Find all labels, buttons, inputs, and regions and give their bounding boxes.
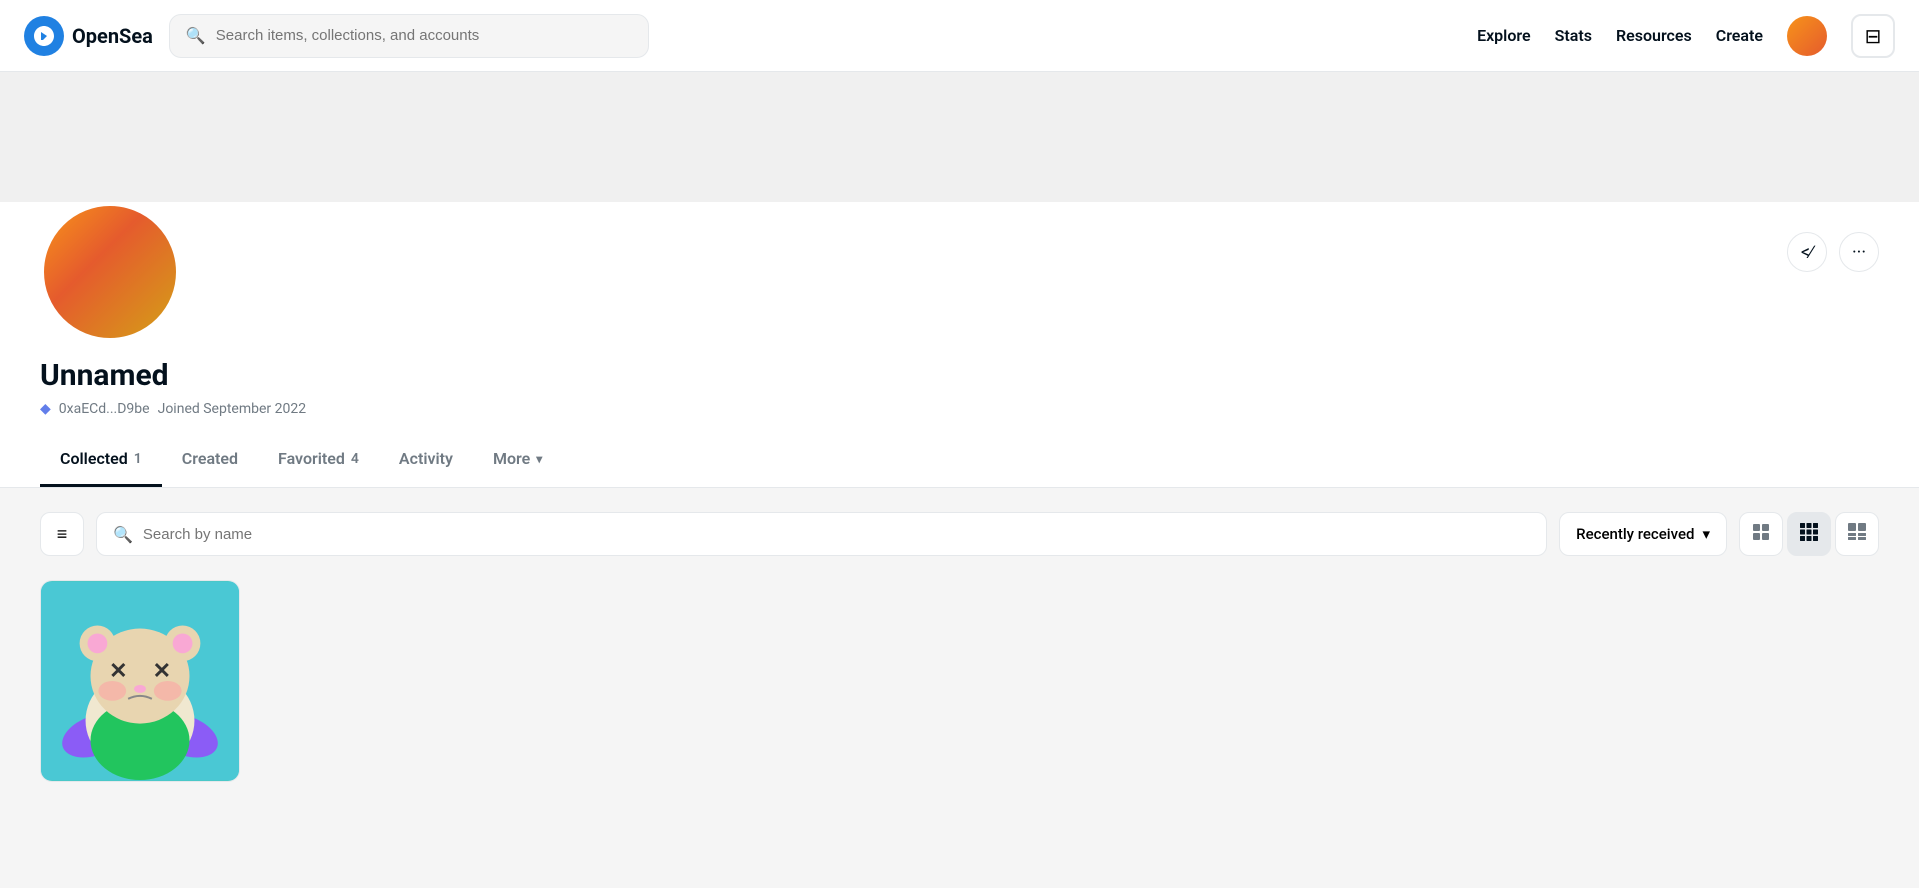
tab-collected-label: Collected <box>60 449 128 468</box>
profile-avatar <box>40 202 180 342</box>
tab-more-label: More <box>493 449 530 468</box>
content-area: ≡ 🔍 Recently received ▾ <box>0 488 1919 888</box>
sort-dropdown[interactable]: Recently received ▾ <box>1559 512 1727 556</box>
tab-favorited[interactable]: Favorited 4 <box>258 433 379 487</box>
search-icon: 🔍 <box>186 26 206 45</box>
tab-created-label: Created <box>182 449 238 468</box>
wallet-icon: ⊟ <box>1865 24 1882 48</box>
more-options-button[interactable]: ··· <box>1839 232 1879 272</box>
wallet-address: 0xaECd...D9be <box>59 401 150 417</box>
global-search-input[interactable] <box>216 27 632 44</box>
wallet-button[interactable]: ⊟ <box>1851 14 1895 58</box>
nav-resources[interactable]: Resources <box>1616 26 1692 45</box>
filter-button[interactable]: ≡ <box>40 512 84 556</box>
filter-icon: ≡ <box>57 524 68 545</box>
tab-more[interactable]: More ▾ <box>473 433 562 487</box>
profile-name: Unnamed <box>40 358 1879 393</box>
opensea-logo-icon <box>24 16 64 56</box>
navbar-left: OpenSea 🔍 <box>24 14 649 58</box>
small-grid-icon <box>1847 522 1867 547</box>
logo[interactable]: OpenSea <box>24 16 153 56</box>
profile-actions: <∕ ··· <box>1787 232 1879 272</box>
tab-activity-label: Activity <box>399 449 453 468</box>
navbar: OpenSea 🔍 Explore Stats Resources Create… <box>0 0 1919 72</box>
sort-chevron-icon: ▾ <box>1702 525 1710 543</box>
navbar-right: Explore Stats Resources Create ⊟ <box>1477 14 1895 58</box>
nav-explore[interactable]: Explore <box>1477 26 1531 45</box>
nft-image: ✕ ✕ <box>41 581 239 781</box>
share-button[interactable]: <∕ <box>1787 232 1827 272</box>
tab-favorited-count: 4 <box>351 451 359 467</box>
nav-stats[interactable]: Stats <box>1555 26 1592 45</box>
joined-date: Joined September 2022 <box>158 401 307 417</box>
profile-section: <∕ ··· Unnamed ◆ 0xaECd...D9be Joined Se… <box>0 202 1919 488</box>
global-search-bar[interactable]: 🔍 <box>169 14 649 58</box>
logo-text: OpenSea <box>72 24 153 48</box>
profile-meta: ◆ 0xaECd...D9be Joined September 2022 <box>40 401 1879 417</box>
tab-favorited-label: Favorited <box>278 449 345 468</box>
nft-grid: ✕ ✕ <box>40 580 1879 782</box>
svg-text:✕: ✕ <box>109 659 127 684</box>
tab-created[interactable]: Created <box>162 433 258 487</box>
view-mode-buttons <box>1739 512 1879 556</box>
view-small-grid-button[interactable] <box>1835 512 1879 556</box>
svg-text:✕: ✕ <box>153 659 171 684</box>
nft-hamster-svg: ✕ ✕ <box>41 581 239 781</box>
tab-collected[interactable]: Collected 1 <box>40 433 162 487</box>
tab-activity[interactable]: Activity <box>379 433 473 487</box>
nft-card[interactable]: ✕ ✕ <box>40 580 240 782</box>
profile-tabs: Collected 1 Created Favorited 4 Activity… <box>40 433 1879 487</box>
view-large-grid-button[interactable] <box>1739 512 1783 556</box>
profile-avatar-wrapper <box>0 202 1919 342</box>
chevron-down-icon: ▾ <box>536 452 542 466</box>
content-toolbar: ≡ 🔍 Recently received ▾ <box>40 512 1879 556</box>
profile-info: Unnamed ◆ 0xaECd...D9be Joined September… <box>0 342 1919 417</box>
medium-grid-icon <box>1799 522 1819 547</box>
view-medium-grid-button[interactable] <box>1787 512 1831 556</box>
ethereum-icon: ◆ <box>40 401 51 417</box>
search-name-icon: 🔍 <box>113 525 133 544</box>
tab-collected-count: 1 <box>134 451 142 467</box>
sort-label: Recently received <box>1576 525 1694 543</box>
nav-create[interactable]: Create <box>1716 26 1763 45</box>
large-grid-icon <box>1751 522 1771 547</box>
profile-tabs-container: Collected 1 Created Favorited 4 Activity… <box>0 433 1919 488</box>
name-search-input[interactable] <box>143 526 1530 543</box>
user-avatar-nav[interactable] <box>1787 16 1827 56</box>
name-search-bar[interactable]: 🔍 <box>96 512 1547 556</box>
